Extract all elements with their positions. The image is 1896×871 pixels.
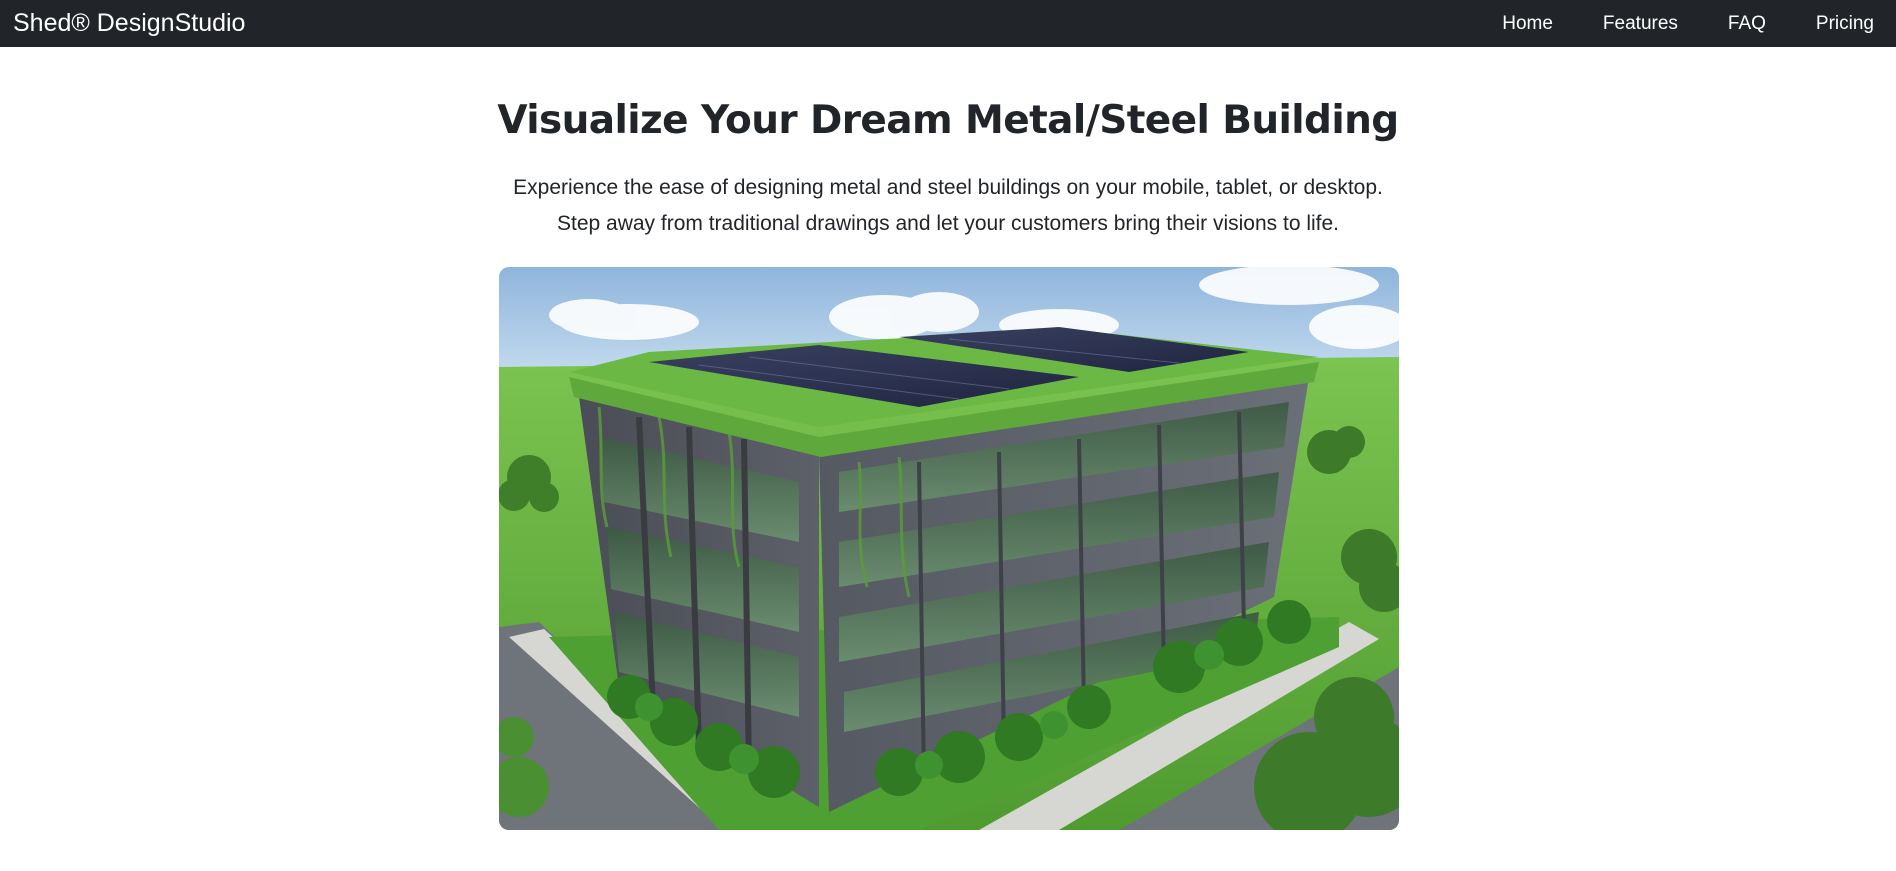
hero-section: Visualize Your Dream Metal/Steel Buildin…: [0, 47, 1896, 242]
nav-links: Home Features FAQ Pricing: [1452, 13, 1874, 35]
page-title: Visualize Your Dream Metal/Steel Buildin…: [497, 98, 1399, 143]
building-image: [499, 267, 1399, 830]
hero-subtitle-line-2: Step away from traditional drawings and …: [556, 212, 1340, 235]
navbar: Shed® DesignStudio Home Features FAQ Pri…: [0, 0, 1896, 47]
nav-link-faq[interactable]: FAQ: [1728, 13, 1766, 35]
hero-subtitle-line-1: Experience the ease of designing metal a…: [513, 176, 1383, 199]
hero-subtitle: Experience the ease of designing metal a…: [0, 170, 1896, 242]
nav-link-pricing[interactable]: Pricing: [1816, 13, 1874, 35]
brand-logo[interactable]: Shed® DesignStudio: [13, 9, 245, 38]
nav-link-features[interactable]: Features: [1603, 13, 1678, 35]
nav-link-home[interactable]: Home: [1502, 13, 1553, 35]
